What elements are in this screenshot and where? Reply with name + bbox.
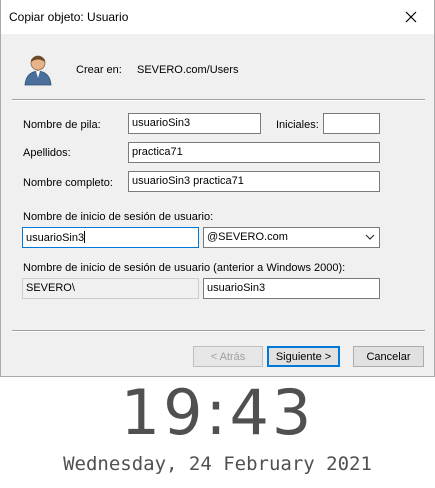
chevron-down-icon: [365, 234, 375, 240]
lockscreen-time: 19:43: [120, 376, 315, 449]
last-name-label: Apellidos:: [23, 147, 71, 159]
close-button[interactable]: [388, 0, 434, 34]
copy-object-dialog: Copiar objeto: Usuario Crear en: SEVERO.…: [0, 0, 435, 377]
initials-field[interactable]: [323, 113, 380, 134]
initials-label: Iniciales:: [276, 119, 319, 131]
full-name-field[interactable]: usuarioSin3 practica71: [128, 171, 380, 192]
title-bar: Copiar objeto: Usuario: [1, 0, 434, 34]
legacy-logon-field[interactable]: usuarioSin3: [203, 278, 380, 299]
legacy-logon-label: Nombre de inicio de sesión de usuario (a…: [23, 262, 346, 274]
domain-select[interactable]: @SEVERO.com: [203, 227, 380, 248]
create-in-value: SEVERO.com/Users: [137, 64, 239, 76]
cancel-button[interactable]: Cancelar: [353, 346, 424, 367]
create-in-label: Crear en:: [76, 64, 122, 76]
lockscreen-date: Wednesday, 24 February 2021: [63, 453, 372, 475]
logon-name-value: usuarioSin3: [26, 232, 85, 244]
first-name-field[interactable]: usuarioSin3: [128, 113, 261, 134]
close-icon: [405, 11, 417, 23]
text-caret: [84, 231, 86, 243]
first-name-label: Nombre de pila:: [23, 119, 101, 131]
logon-name-label: Nombre de inicio de sesión de usuario:: [23, 211, 214, 223]
domain-select-value: @SEVERO.com: [207, 231, 288, 243]
top-separator: [12, 99, 425, 101]
back-button[interactable]: < Atrás: [193, 346, 263, 367]
bottom-separator: [12, 330, 425, 332]
user-icon: [24, 55, 52, 86]
full-name-label: Nombre completo:: [23, 177, 113, 189]
legacy-domain-field: SEVERO\: [22, 278, 199, 299]
logon-name-field[interactable]: usuarioSin3: [22, 227, 199, 248]
last-name-field[interactable]: practica71: [128, 142, 380, 163]
next-button[interactable]: Siguiente >: [267, 346, 340, 367]
window-title: Copiar objeto: Usuario: [9, 10, 129, 24]
